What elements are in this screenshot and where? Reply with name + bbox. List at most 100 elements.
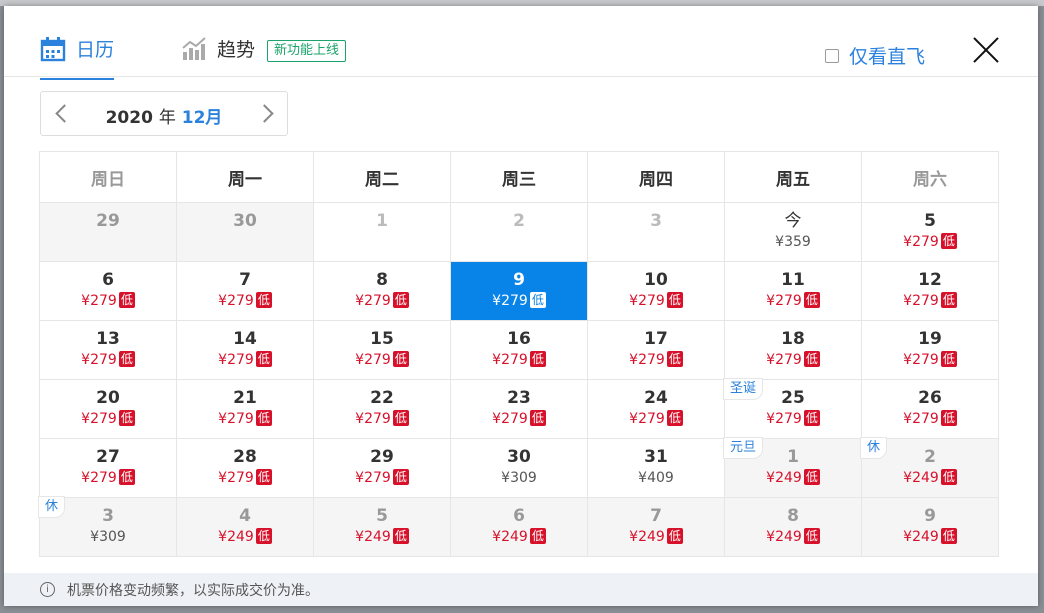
- calendar-day-cell[interactable]: 28 ¥279 低: [176, 438, 314, 498]
- day-number: 30: [233, 211, 257, 231]
- low-price-badge: 低: [803, 292, 820, 308]
- price-value: ¥279: [218, 352, 254, 368]
- calendar-day-cell[interactable]: 元旦 1 ¥249 低: [723, 437, 862, 498]
- calendar-day-cell[interactable]: 9 ¥279 低: [450, 261, 588, 321]
- calendar-day-cell[interactable]: 9 ¥249 低: [861, 497, 999, 557]
- calendar-day-cell[interactable]: 30: [176, 202, 314, 262]
- weekday-header: 周二: [313, 151, 451, 203]
- day-number: 1: [376, 211, 388, 231]
- calendar-day-cell[interactable]: 8 ¥279 低: [313, 261, 451, 321]
- calendar-day-cell[interactable]: 5 ¥249 低: [313, 497, 451, 557]
- low-price-badge: 低: [803, 351, 820, 367]
- calendar-week-row: 休 3 ¥309 4 ¥249 低 5 ¥249 低 6 ¥249 低 7 ¥249 低 8 ¥249 低 9 ¥24…: [38, 496, 999, 557]
- calendar-day-cell[interactable]: 5 ¥279 低: [861, 202, 999, 262]
- day-price: ¥279 低: [451, 351, 587, 369]
- direct-flights-only-toggle[interactable]: 仅看直飞: [825, 42, 925, 69]
- calendar-day-cell[interactable]: 21 ¥279 低: [176, 379, 314, 439]
- tab-trend[interactable]: 趋势 新功能上线: [181, 36, 347, 72]
- holiday-tag: 休: [38, 496, 66, 518]
- calendar-day-cell[interactable]: 27 ¥279 低: [39, 438, 177, 498]
- price-value: ¥279: [81, 352, 117, 368]
- day-price: ¥359: [725, 233, 861, 251]
- day-price: ¥279 低: [862, 410, 998, 428]
- low-price-badge: 低: [940, 351, 957, 367]
- calendar-day-cell[interactable]: 6 ¥249 低: [450, 497, 588, 557]
- tab-calendar-label: 日历: [76, 39, 115, 61]
- day-number: 5: [924, 211, 936, 231]
- calendar-day-cell[interactable]: 1: [313, 202, 451, 262]
- day-price: ¥279 低: [314, 469, 450, 487]
- day-price: ¥249 低: [862, 528, 998, 546]
- calendar-day-cell[interactable]: 6 ¥279 低: [39, 261, 177, 321]
- calendar-day-cell[interactable]: 18 ¥279 低: [724, 320, 862, 380]
- direct-flights-checkbox[interactable]: [825, 48, 839, 63]
- close-button[interactable]: [972, 36, 1000, 64]
- price-value: ¥409: [638, 470, 674, 486]
- day-price: ¥279 低: [862, 351, 998, 369]
- low-price-badge: 低: [529, 528, 546, 544]
- calendar-day-cell[interactable]: 3: [587, 202, 725, 262]
- calendar-day-cell[interactable]: 19 ¥279 低: [861, 320, 999, 380]
- day-price: ¥279 低: [588, 292, 724, 310]
- calendar-day-cell[interactable]: 8 ¥249 低: [724, 497, 862, 557]
- calendar-day-cell[interactable]: 7 ¥249 低: [587, 497, 725, 557]
- calendar-day-cell[interactable]: 23 ¥279 低: [450, 379, 588, 439]
- calendar-day-cell[interactable]: 14 ¥279 低: [176, 320, 314, 380]
- calendar-day-cell[interactable]: 10 ¥279 低: [587, 261, 725, 321]
- calendar-week-row: 29 30 1 2 3 今 ¥359 5 ¥279 低: [39, 202, 999, 262]
- calendar-day-cell[interactable]: 4 ¥249 低: [176, 497, 314, 557]
- calendar-day-cell[interactable]: 29 ¥279 低: [313, 438, 451, 498]
- day-price: ¥249 低: [725, 528, 861, 546]
- day-number: 6: [102, 270, 114, 290]
- calendar-week-row: 13 ¥279 低 14 ¥279 低 15 ¥279 低 16 ¥279 低 17 ¥279 低 18 ¥27…: [39, 320, 999, 380]
- price-value: ¥279: [903, 352, 939, 368]
- calendar-day-cell[interactable]: 7 ¥279 低: [176, 261, 314, 321]
- direct-flights-label: 仅看直飞: [849, 46, 926, 68]
- calendar-day-cell[interactable]: 22 ¥279 低: [313, 379, 451, 439]
- weekday-header: 周六: [861, 151, 999, 203]
- info-icon: i: [40, 582, 55, 597]
- calendar-day-cell[interactable]: 2: [450, 202, 588, 262]
- price-value: ¥249: [492, 529, 528, 545]
- day-number: 28: [233, 447, 257, 467]
- calendar-day-cell[interactable]: 13 ¥279 低: [39, 320, 177, 380]
- calendar-day-cell[interactable]: 17 ¥279 低: [587, 320, 725, 380]
- day-number: 27: [96, 447, 120, 467]
- tab-calendar[interactable]: 日历: [40, 36, 115, 80]
- low-price-badge: 低: [803, 528, 820, 544]
- day-number: 10: [644, 270, 668, 290]
- day-price: ¥279 低: [725, 351, 861, 369]
- day-number: 18: [781, 329, 805, 349]
- calendar-day-cell[interactable]: 休 2 ¥249 低: [860, 437, 999, 498]
- low-price-badge: 低: [255, 351, 272, 367]
- calendar-day-cell[interactable]: 29: [39, 202, 177, 262]
- next-month-button[interactable]: [247, 92, 287, 135]
- calendar-day-cell[interactable]: 今 ¥359: [724, 202, 862, 262]
- day-number: 12: [918, 270, 942, 290]
- calendar-day-cell[interactable]: 24 ¥279 低: [587, 379, 725, 439]
- weekday-header-row: 周日 周一 周二 周三 周四 周五 周六: [39, 151, 999, 203]
- calendar-day-cell[interactable]: 26 ¥279 低: [861, 379, 999, 439]
- calendar-day-cell[interactable]: 15 ¥279 低: [313, 320, 451, 380]
- day-price: ¥279 低: [314, 351, 450, 369]
- calendar-day-cell[interactable]: 休 3 ¥309: [38, 496, 177, 557]
- day-price: ¥279 低: [177, 410, 313, 428]
- year-value: 2020: [105, 108, 153, 128]
- low-price-badge: 低: [118, 469, 135, 485]
- calendar-day-cell[interactable]: 20 ¥279 低: [39, 379, 177, 439]
- low-price-badge: 低: [803, 469, 820, 485]
- day-number: 11: [781, 270, 805, 290]
- price-value: ¥309: [501, 470, 537, 486]
- low-price-badge: 低: [529, 410, 546, 426]
- price-value: ¥279: [81, 293, 117, 309]
- calendar-day-cell[interactable]: 12 ¥279 低: [861, 261, 999, 321]
- calendar-day-cell[interactable]: 31 ¥409: [587, 438, 725, 498]
- calendar-week-row: 6 ¥279 低 7 ¥279 低 8 ¥279 低 9 ¥279 低 10 ¥279 低 11 ¥279 低 12…: [39, 261, 999, 321]
- calendar-day-cell[interactable]: 30 ¥309: [450, 438, 588, 498]
- calendar-day-cell[interactable]: 11 ¥279 低: [724, 261, 862, 321]
- calendar-week-row: 27 ¥279 低 28 ¥279 低 29 ¥279 低 30 ¥309 31 ¥409 元旦 1 ¥249…: [39, 437, 999, 498]
- day-price: ¥279 低: [451, 292, 587, 310]
- low-price-badge: 低: [392, 528, 409, 544]
- calendar-day-cell[interactable]: 圣诞 25 ¥279 低: [723, 378, 862, 439]
- calendar-day-cell[interactable]: 16 ¥279 低: [450, 320, 588, 380]
